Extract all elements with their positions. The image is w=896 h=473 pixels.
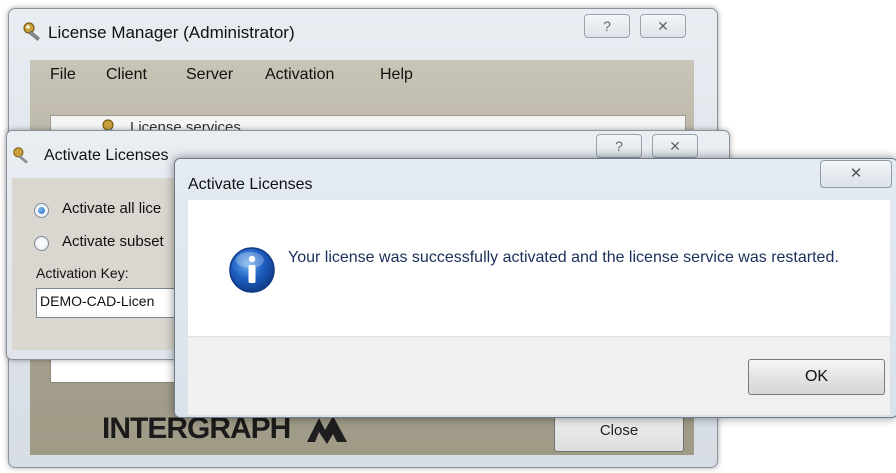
activation-key-value: DEMO-CAD-Licen: [40, 293, 155, 309]
key-icon: [23, 22, 40, 41]
menu-help[interactable]: Help: [380, 66, 413, 84]
activate-all-label[interactable]: Activate all lice: [62, 200, 161, 217]
ok-button[interactable]: OK: [748, 359, 885, 395]
menu-activation[interactable]: Activation: [265, 66, 334, 84]
message-box-close-button[interactable]: ✕: [820, 160, 892, 188]
close-window-button[interactable]: ✕: [640, 14, 686, 38]
activation-key-label: Activation Key:: [36, 265, 129, 281]
close-window-button[interactable]: ✕: [652, 134, 698, 158]
activate-all-radio[interactable]: [34, 203, 49, 218]
help-button[interactable]: ?: [584, 14, 630, 38]
menu-client[interactable]: Client: [106, 66, 147, 84]
message-box-title: Activate Licenses: [188, 176, 313, 193]
info-icon: [229, 247, 275, 293]
message-text: Your license was successfully activated …: [288, 249, 839, 266]
menu-server[interactable]: Server: [186, 66, 233, 84]
menu-file[interactable]: File: [50, 66, 76, 84]
activate-subset-radio[interactable]: [34, 236, 49, 251]
key-icon: [13, 147, 28, 164]
activate-licenses-title: Activate Licenses: [44, 147, 169, 164]
activate-subset-label[interactable]: Activate subset: [62, 233, 164, 250]
license-manager-title: License Manager (Administrator): [48, 23, 295, 42]
help-button[interactable]: ?: [596, 134, 642, 158]
